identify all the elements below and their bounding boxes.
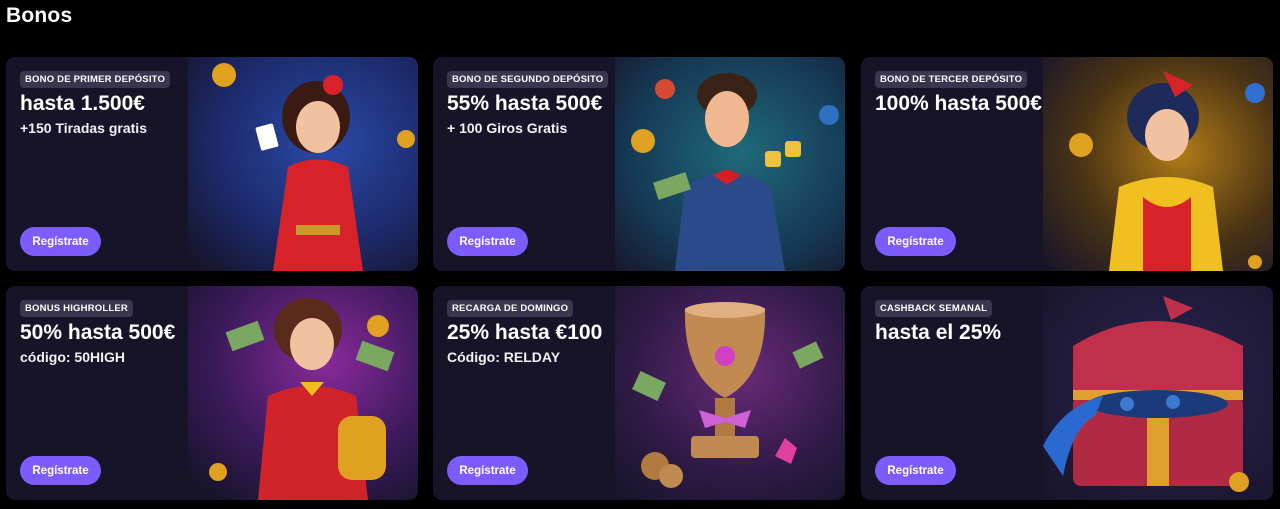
bonus-card-sunday-reload[interactable]: RECARGA DE DOMINGO 25% hasta €100 Código… bbox=[433, 286, 845, 500]
gentleman-dice-illustration bbox=[631, 73, 839, 271]
pinup-woman-chips-illustration bbox=[1069, 71, 1265, 271]
register-button[interactable]: Regístrate bbox=[20, 227, 101, 256]
bonus-card-highroller[interactable]: BONUS HIGHROLLER 50% hasta 500€ código: … bbox=[6, 286, 418, 500]
register-button[interactable]: Regístrate bbox=[20, 456, 101, 485]
bonus-headline: hasta 1.500€ bbox=[20, 92, 145, 115]
bonus-subtext: +150 Tiradas gratis bbox=[20, 120, 147, 136]
bonus-subtext: Código: RELDAY bbox=[447, 349, 561, 365]
bonus-headline: 100% hasta 500€ bbox=[875, 92, 1042, 115]
register-button[interactable]: Regístrate bbox=[447, 456, 528, 485]
register-button[interactable]: Regístrate bbox=[875, 227, 956, 256]
bonus-badge: BONO DE SEGUNDO DEPÓSITO bbox=[447, 71, 609, 88]
register-button[interactable]: Regístrate bbox=[875, 456, 956, 485]
bonus-badge: BONO DE PRIMER DEPÓSITO bbox=[20, 71, 171, 88]
bonus-badge: CASHBACK SEMANAL bbox=[875, 300, 993, 317]
trophy-illustration bbox=[632, 302, 824, 488]
bonus-badge: BONUS HIGHROLLER bbox=[20, 300, 133, 317]
bonus-headline: 25% hasta €100 bbox=[447, 321, 603, 344]
register-button[interactable]: Regístrate bbox=[447, 227, 528, 256]
bonus-card-third-deposit[interactable]: BONO DE TERCER DEPÓSITO 100% hasta 500€ … bbox=[861, 57, 1273, 271]
pinup-woman-cards-illustration bbox=[212, 63, 415, 271]
woman-money-bag-illustration bbox=[209, 298, 395, 500]
bonus-headline: hasta el 25% bbox=[875, 321, 1002, 344]
bonus-subtext: código: 50HIGH bbox=[20, 349, 126, 365]
cashback-chest-illustration bbox=[1043, 296, 1249, 492]
bonus-badge: RECARGA DE DOMINGO bbox=[447, 300, 574, 317]
bonus-card-weekly-cashback[interactable]: CASHBACK SEMANAL hasta el 25% Regístrate bbox=[861, 286, 1273, 500]
page-title: Bonos bbox=[6, 4, 73, 27]
bonus-badge: BONO DE TERCER DEPÓSITO bbox=[875, 71, 1028, 88]
bonus-headline: 55% hasta 500€ bbox=[447, 92, 603, 115]
bonus-headline: 50% hasta 500€ bbox=[20, 321, 176, 344]
bonus-card-second-deposit[interactable]: BONO DE SEGUNDO DEPÓSITO 55% hasta 500€ … bbox=[433, 57, 845, 271]
bonus-card-first-deposit[interactable]: BONO DE PRIMER DEPÓSITO hasta 1.500€ +15… bbox=[6, 57, 418, 271]
bonus-subtext: + 100 Giros Gratis bbox=[447, 120, 568, 136]
